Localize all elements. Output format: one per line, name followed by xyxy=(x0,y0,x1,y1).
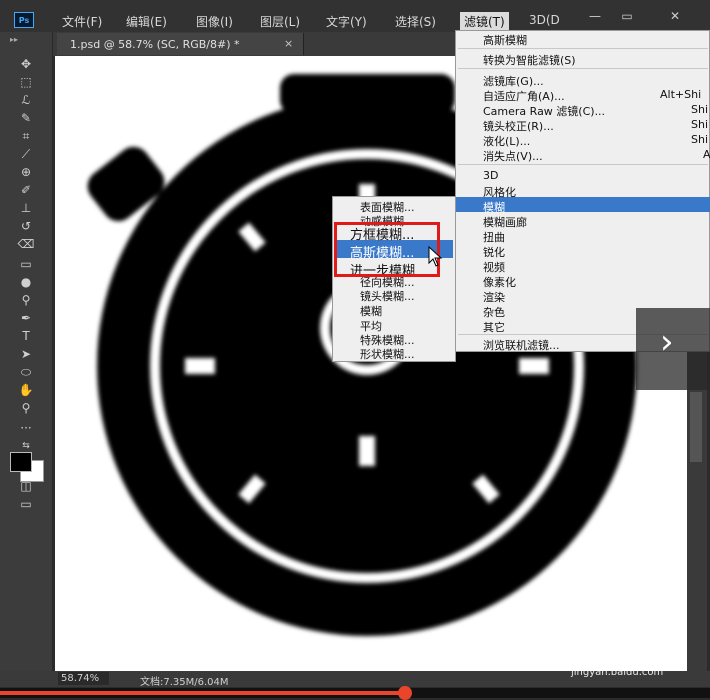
minimize-icon[interactable]: — xyxy=(587,9,603,23)
dodge-tool-icon[interactable]: ⚲ xyxy=(14,292,38,308)
svg-text:Bai: Bai xyxy=(547,641,586,666)
tab-close-icon[interactable]: × xyxy=(284,37,293,50)
menu-item-last-filter[interactable]: 高斯模糊 xyxy=(483,32,527,48)
watermark-url: jingyan.baidu.com xyxy=(571,667,664,678)
screen-mode-icon[interactable]: ▭ xyxy=(14,496,38,512)
menu-image[interactable]: 图像(I) xyxy=(196,13,233,30)
menu-item-camera-raw[interactable]: Camera Raw 滤镜(C)... xyxy=(483,103,605,119)
mouse-cursor-icon xyxy=(428,246,443,267)
eyedropper-tool-icon[interactable]: ⟋ xyxy=(14,146,38,162)
close-icon[interactable]: ✕ xyxy=(667,9,683,23)
scrollbar-thumb[interactable] xyxy=(690,392,702,462)
shortcut-camera-raw: Shi xyxy=(691,103,709,116)
video-progress-fill xyxy=(0,691,405,695)
more-tools-icon[interactable]: ··· xyxy=(14,420,38,436)
menu-item-3d[interactable]: 3D xyxy=(483,169,498,182)
path-select-tool-icon[interactable]: ➤ xyxy=(14,346,38,362)
menu-edit[interactable]: 编辑(E) xyxy=(126,13,167,30)
marquee-tool-icon[interactable]: ⬚ xyxy=(14,74,38,90)
svg-text:经验: 经验 xyxy=(623,641,663,665)
foreground-color-swatch[interactable] xyxy=(10,452,32,472)
document-size: 文档:7.35M/6.04M xyxy=(140,677,229,688)
history-brush-tool-icon[interactable]: ↺ xyxy=(14,218,38,234)
submenu-item-blur[interactable]: 模糊 xyxy=(360,303,382,319)
healing-tool-icon[interactable]: ⊕ xyxy=(14,164,38,180)
eraser-tool-icon[interactable]: ⌫ xyxy=(14,236,38,252)
menu-item-blur[interactable]: 模糊 xyxy=(483,199,505,215)
shortcut-lens-correction: Shi xyxy=(691,118,709,131)
menu-item-pixelate[interactable]: 像素化 xyxy=(483,274,516,290)
move-tool-icon[interactable]: ✥ xyxy=(14,56,38,72)
shortcut-adaptive-wide: Alt+Shi xyxy=(660,88,702,101)
panel-collapse-icon[interactable]: ▸▸ xyxy=(10,35,18,44)
hand-tool-icon[interactable]: ✋ xyxy=(14,382,38,398)
gradient-tool-icon[interactable]: ▭ xyxy=(14,256,38,272)
menu-item-noise[interactable]: 杂色 xyxy=(483,304,505,320)
submenu-item-shape-blur[interactable]: 形状模糊... xyxy=(360,346,415,362)
pen-tool-icon[interactable]: ✒ xyxy=(14,310,38,326)
photoshop-logo: Ps xyxy=(14,12,34,28)
crop-tool-icon[interactable]: ⌗ xyxy=(14,128,38,144)
chevron-right-icon[interactable]: › xyxy=(660,322,674,362)
menu-file[interactable]: 文件(F) xyxy=(62,13,102,30)
menu-item-other[interactable]: 其它 xyxy=(483,319,505,335)
menu-item-convert-smart[interactable]: 转换为智能滤镜(S) xyxy=(483,52,576,68)
type-tool-icon[interactable]: T xyxy=(14,328,38,344)
shortcut-vanishing-point: A xyxy=(703,148,710,161)
menu-item-blur-gallery[interactable]: 模糊画廊 xyxy=(483,214,527,230)
document-tab-title: 1.psd @ 58.7% (SC, RGB/8#) * xyxy=(70,38,240,51)
menu-separator xyxy=(458,164,708,165)
menu-select[interactable]: 选择(S) xyxy=(395,13,436,30)
restore-icon[interactable]: ▭ xyxy=(619,9,635,23)
menu-item-video[interactable]: 视频 xyxy=(483,259,505,275)
brush-tool-icon[interactable]: ✐ xyxy=(14,182,38,198)
zoom-readout[interactable]: 58.74% xyxy=(58,672,109,685)
menu-item-liquify[interactable]: 液化(L)... xyxy=(483,133,530,149)
shape-tool-icon[interactable]: ⬭ xyxy=(14,364,38,380)
menu-item-stylize[interactable]: 风格化 xyxy=(483,184,516,200)
menu-layer[interactable]: 图层(L) xyxy=(260,13,300,30)
menu-item-vanishing-point[interactable]: 消失点(V)... xyxy=(483,148,543,164)
menu-separator xyxy=(458,48,708,49)
menu-type[interactable]: 文字(Y) xyxy=(326,13,367,30)
menu-item-adaptive-wide[interactable]: 自适应广角(A)... xyxy=(483,88,565,104)
menu-item-render[interactable]: 渲染 xyxy=(483,289,505,305)
menu-item-distort[interactable]: 扭曲 xyxy=(483,229,505,245)
annotation-highlight-box xyxy=(334,222,440,277)
menu-separator xyxy=(458,68,708,69)
menu-filter[interactable]: 滤镜(T) xyxy=(460,12,509,31)
lasso-tool-icon[interactable]: ℒ xyxy=(14,92,38,108)
zoom-tool-icon[interactable]: ⚲ xyxy=(14,400,38,416)
quick-mask-icon[interactable]: ◫ xyxy=(14,478,38,494)
shortcut-liquify: Shi xyxy=(691,133,709,146)
blur-tool-icon[interactable]: ● xyxy=(14,274,38,290)
menu-3d[interactable]: 3D(D xyxy=(529,13,560,27)
menu-item-lens-correction[interactable]: 镜头校正(R)... xyxy=(483,118,554,134)
menu-item-filter-gallery[interactable]: 滤镜库(G)... xyxy=(483,73,544,89)
menu-item-sharpen[interactable]: 锐化 xyxy=(483,244,505,260)
stamp-tool-icon[interactable]: ⊥ xyxy=(14,200,38,216)
menu-item-browse-online[interactable]: 浏览联机滤镜... xyxy=(483,337,560,353)
quick-select-tool-icon[interactable]: ✎ xyxy=(14,110,38,126)
submenu-item-lens-blur[interactable]: 镜头模糊... xyxy=(360,288,415,304)
